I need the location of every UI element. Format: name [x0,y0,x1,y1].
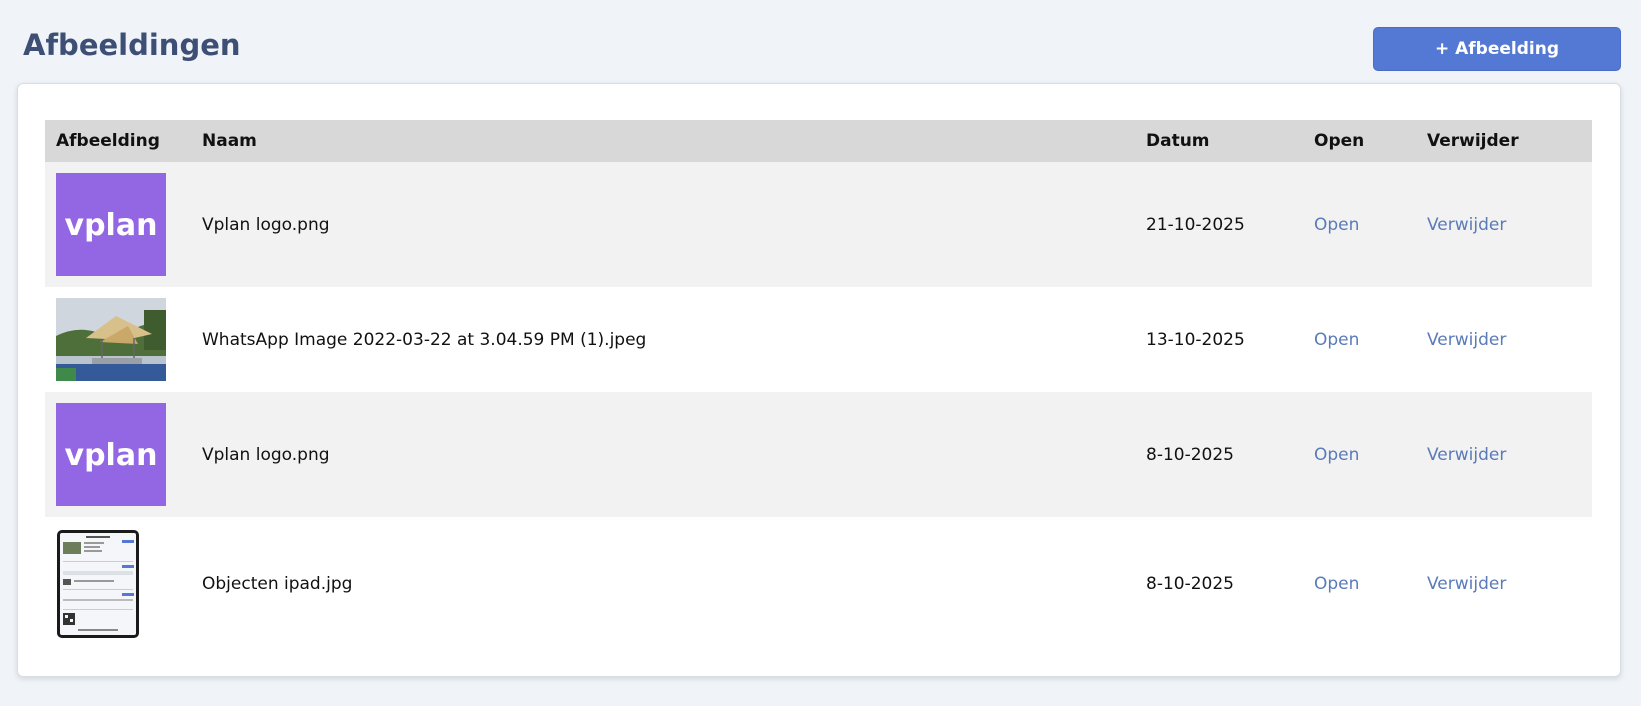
delete-link[interactable]: Verwijder [1427,445,1506,465]
delete-cell: Verwijder [1416,162,1592,287]
add-image-button[interactable]: + Afbeelding [1373,27,1621,71]
images-card: Afbeelding Naam Datum Open Verwijder vpl… [17,83,1621,677]
table-header-row: Afbeelding Naam Datum Open Verwijder [45,120,1592,162]
column-header-verwijder: Verwijder [1416,120,1592,162]
file-date: 8-10-2025 [1135,392,1303,517]
file-date: 21-10-2025 [1135,162,1303,287]
table-row: Objecten ipad.jpg 8-10-2025 Open Verwijd… [45,517,1592,651]
file-date: 8-10-2025 [1146,574,1234,594]
delete-cell: Verwijder [1416,392,1592,517]
whatsapp-photo-thumbnail [56,298,166,381]
file-name: Vplan logo.png [191,162,1135,287]
open-link[interactable]: Open [1314,330,1359,350]
column-header-datum: Datum [1135,120,1303,162]
file-date: 13-10-2025 [1146,329,1245,350]
open-cell: Open [1303,287,1416,392]
open-link[interactable]: Open [1314,445,1359,465]
delete-link[interactable]: Verwijder [1427,574,1506,594]
open-cell: Open [1303,162,1416,287]
ipad-screenshot-thumbnail [57,530,139,638]
delete-cell: Verwijder [1416,517,1592,651]
vplan-logo-thumbnail: vplan [56,403,166,506]
page-title: Afbeeldingen [23,28,241,62]
table-row: vplan Vplan logo.png 8-10-2025 Open Verw… [45,392,1592,517]
delete-link[interactable]: Verwijder [1427,215,1506,235]
delete-cell: Verwijder [1416,287,1592,392]
column-header-naam: Naam [191,120,1135,162]
open-cell: Open [1303,392,1416,517]
delete-link[interactable]: Verwijder [1427,330,1506,350]
vplan-logo-text: vplan [65,438,158,473]
file-name: Vplan logo.png [191,392,1135,517]
column-header-open: Open [1303,120,1416,162]
images-table: Afbeelding Naam Datum Open Verwijder vpl… [45,120,1592,651]
open-link[interactable]: Open [1314,574,1359,594]
vplan-logo-thumbnail: vplan [56,173,166,276]
file-name: Objecten ipad.jpg [202,574,353,594]
table-row: WhatsApp Image 2022-03-22 at 3.04.59 PM … [45,287,1592,392]
open-cell: Open [1303,517,1416,651]
thumbnail-cell: vplan [45,162,191,287]
table-row: vplan Vplan logo.png 21-10-2025 Open Ver… [45,162,1592,287]
thumbnail-cell [45,287,191,392]
thumbnail-cell [45,517,191,651]
open-link[interactable]: Open [1314,215,1359,235]
file-name: WhatsApp Image 2022-03-22 at 3.04.59 PM … [202,329,647,350]
vplan-logo-text: vplan [65,208,158,243]
column-header-afbeelding: Afbeelding [45,120,191,162]
thumbnail-cell: vplan [45,392,191,517]
